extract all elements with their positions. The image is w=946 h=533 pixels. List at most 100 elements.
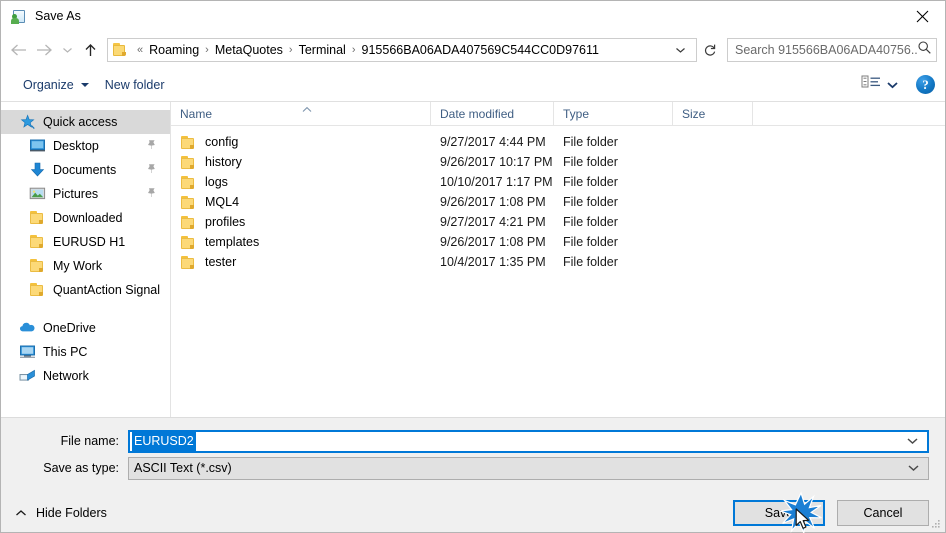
- sidebar-item-label: Quick access: [43, 115, 118, 129]
- file-size-cell: [673, 212, 753, 232]
- save-button[interactable]: Save: [733, 500, 825, 526]
- pin-icon[interactable]: [146, 139, 157, 153]
- filename-input[interactable]: EURUSD2: [128, 429, 929, 453]
- sidebar-item-onedrive[interactable]: OneDrive: [1, 316, 170, 340]
- file-name-text: tester: [205, 255, 237, 269]
- column-header-date-modified[interactable]: Date modified: [431, 101, 554, 126]
- sidebar-item-quantaction-signal[interactable]: QuantAction Signal: [1, 278, 170, 302]
- sidebar-item-pictures[interactable]: Pictures: [1, 182, 170, 206]
- breadcrumb-overflow[interactable]: «: [133, 39, 147, 61]
- table-row[interactable]: logs 10/10/2017 1:17 PM File folder: [171, 172, 945, 192]
- sidebar-item-quick-access[interactable]: Quick access: [1, 110, 170, 134]
- breadcrumb-item-metaquotes[interactable]: MetaQuotes: [213, 39, 285, 61]
- dialog-body: Quick access Desktop Documents Pictures …: [1, 101, 945, 417]
- sidebar-item-label: EURUSD H1: [53, 235, 126, 249]
- file-date-cell: 9/26/2017 10:17 PM: [440, 155, 553, 169]
- search-icon[interactable]: [917, 40, 932, 60]
- save-as-icon: [11, 9, 27, 25]
- folder-icon: [29, 282, 46, 298]
- dialog-footer: Hide Folders Save Cancel: [1, 491, 945, 533]
- sidebar-item-label: Downloaded: [53, 211, 123, 225]
- file-list-pane: Name Date modified Type Size config 9/27…: [171, 101, 945, 417]
- table-row[interactable]: history 9/26/2017 10:17 PM File folder: [171, 152, 945, 172]
- search-input[interactable]: Search 915566BA06ADA40756...: [727, 38, 937, 62]
- sidebar-item-my-work[interactable]: My Work: [1, 254, 170, 278]
- navigation-pane: Quick access Desktop Documents Pictures …: [1, 102, 171, 417]
- search-placeholder: Search 915566BA06ADA40756...: [735, 43, 917, 57]
- sidebar-item-label: Network: [43, 369, 89, 383]
- chevron-down-icon[interactable]: [669, 46, 694, 54]
- column-header-type[interactable]: Type: [554, 101, 673, 126]
- file-size-cell: [673, 232, 753, 252]
- filetype-row: Save as type: ASCII Text (*.csv): [1, 456, 945, 480]
- dialog-buttons: Save Cancel: [733, 491, 929, 533]
- sidebar-item-network[interactable]: Network: [1, 364, 170, 388]
- chevron-down-icon[interactable]: [57, 37, 77, 63]
- sidebar-item-downloaded[interactable]: Downloaded: [1, 206, 170, 230]
- column-header-row: Name Date modified Type Size: [171, 101, 945, 126]
- view-layout-icon[interactable]: [861, 74, 883, 95]
- column-header-size[interactable]: Size: [673, 101, 753, 126]
- sort-ascending-icon: [302, 101, 312, 112]
- chevron-down-icon[interactable]: [908, 464, 919, 472]
- thispc-icon: [19, 344, 36, 360]
- sidebar-item-label: OneDrive: [43, 321, 96, 335]
- folder-icon: [180, 135, 197, 150]
- breadcrumb-separator: ›: [288, 44, 293, 56]
- sidebar-item-desktop[interactable]: Desktop: [1, 134, 170, 158]
- sidebar-item-documents[interactable]: Documents: [1, 158, 170, 182]
- chevron-down-icon[interactable]: [907, 437, 918, 445]
- breadcrumb[interactable]: « Roaming › MetaQuotes › Terminal › 9155…: [107, 38, 697, 62]
- title-bar: Save As: [1, 1, 945, 32]
- folder-icon: [113, 43, 129, 57]
- refresh-icon[interactable]: [698, 38, 722, 62]
- close-icon[interactable]: [899, 1, 945, 31]
- breadcrumb-item-guid[interactable]: 915566BA06ADA407569C544CC0D97611: [360, 39, 601, 61]
- star-pin-icon: [19, 114, 36, 130]
- save-as-dialog: Save As « Roaming › MetaQuotes › Termina…: [0, 0, 946, 533]
- new-folder-button[interactable]: New folder: [97, 74, 173, 96]
- sidebar-item-label: Desktop: [53, 139, 99, 153]
- breadcrumb-item-terminal[interactable]: Terminal: [297, 39, 348, 61]
- table-row[interactable]: templates 9/26/2017 1:08 PM File folder: [171, 232, 945, 252]
- column-header-name[interactable]: Name: [171, 101, 431, 126]
- filename-row: File name: EURUSD2: [1, 429, 945, 453]
- sidebar-item-eurusd-h1[interactable]: EURUSD H1: [1, 230, 170, 254]
- folder-icon: [29, 258, 46, 274]
- file-name-text: profiles: [205, 215, 246, 229]
- filename-label: File name:: [60, 434, 119, 448]
- pin-icon[interactable]: [146, 187, 157, 201]
- file-size-cell: [673, 252, 753, 272]
- file-name-cell: profiles: [171, 212, 431, 232]
- filetype-select[interactable]: ASCII Text (*.csv): [128, 456, 929, 480]
- organize-button[interactable]: Organize: [15, 74, 97, 96]
- up-arrow-icon[interactable]: [77, 37, 103, 63]
- file-rows: config 9/27/2017 4:44 PM File folder his…: [171, 126, 945, 417]
- table-row[interactable]: tester 10/4/2017 1:35 PM File folder: [171, 252, 945, 272]
- file-date-cell: 9/26/2017 1:08 PM: [440, 235, 546, 249]
- new-folder-label: New folder: [104, 77, 165, 92]
- forward-arrow-icon[interactable]: [31, 37, 57, 63]
- table-row[interactable]: profiles 9/27/2017 4:21 PM File folder: [171, 212, 945, 232]
- address-bar: « Roaming › MetaQuotes › Terminal › 9155…: [1, 32, 945, 68]
- file-type-cell: File folder: [563, 195, 618, 209]
- folder-icon: [180, 215, 197, 230]
- file-date-cell: 10/10/2017 1:17 PM: [440, 175, 553, 189]
- cancel-button[interactable]: Cancel: [837, 500, 929, 526]
- help-icon[interactable]: ?: [916, 75, 935, 94]
- breadcrumb-item-roaming[interactable]: Roaming: [147, 39, 201, 61]
- chevron-down-icon: [80, 82, 89, 87]
- chevron-down-icon[interactable]: [887, 76, 898, 94]
- pin-icon[interactable]: [146, 163, 157, 177]
- back-arrow-icon[interactable]: [5, 37, 31, 63]
- resize-grip-icon[interactable]: [929, 517, 941, 529]
- sidebar-item-this-pc[interactable]: This PC: [1, 340, 170, 364]
- hide-folders-button[interactable]: Hide Folders: [15, 506, 107, 520]
- folder-icon: [180, 175, 197, 190]
- table-row[interactable]: MQL4 9/26/2017 1:08 PM File folder: [171, 192, 945, 212]
- file-name-cell: templates: [171, 232, 431, 252]
- hide-folders-label: Hide Folders: [36, 506, 107, 520]
- table-row[interactable]: config 9/27/2017 4:44 PM File folder: [171, 132, 945, 152]
- file-name-text: history: [205, 155, 242, 169]
